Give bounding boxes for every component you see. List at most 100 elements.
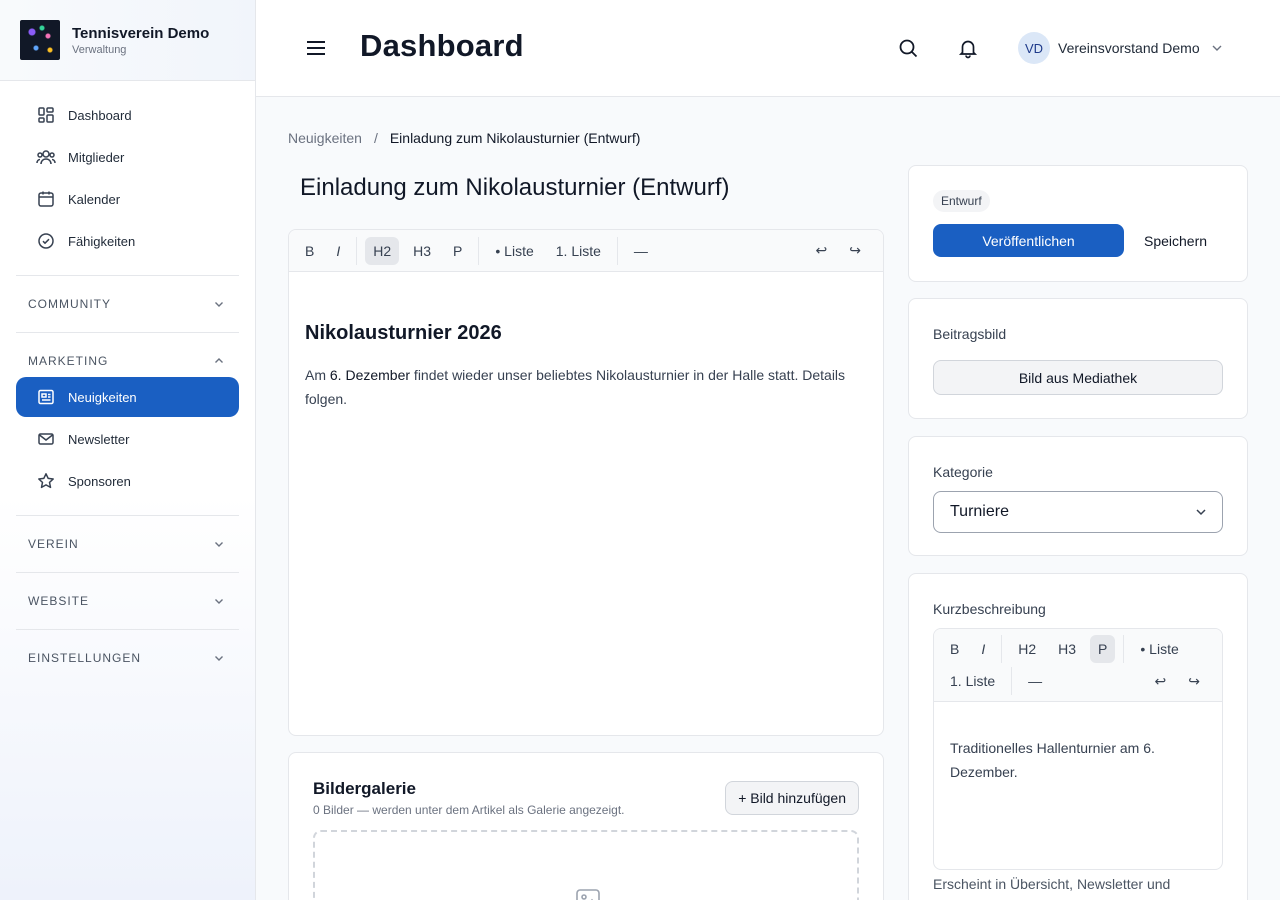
- sidebar-divider: [16, 572, 239, 573]
- sidebar-item-label: Mitglieder: [68, 149, 125, 165]
- sidebar-divider: [16, 515, 239, 516]
- sidebar-section-community[interactable]: COMMUNITY: [16, 290, 239, 318]
- chevron-up-icon: [213, 355, 225, 367]
- summary-card: Kurzbeschreibung B I H2 H3 P • Liste 1. …: [908, 573, 1248, 900]
- brand[interactable]: Tennisverein Demo Verwaltung: [0, 0, 255, 81]
- bell-icon[interactable]: [956, 36, 980, 60]
- category-select[interactable]: Turniere: [933, 491, 1223, 533]
- section-label: EINSTELLUNGEN: [28, 651, 142, 665]
- redo-button[interactable]: ↪: [1180, 667, 1208, 695]
- undo-button[interactable]: ↩: [1147, 667, 1175, 695]
- heading2-button[interactable]: H2: [365, 236, 400, 265]
- sidebar-section-verein[interactable]: VEREIN: [16, 530, 239, 558]
- summary-toolbar: B I H2 H3 P • Liste 1. Liste — ↩ ↪: [934, 629, 1222, 702]
- horizontal-rule-button[interactable]: —: [1020, 667, 1050, 695]
- paragraph-button[interactable]: P: [1090, 635, 1116, 663]
- redo-button[interactable]: ↪: [841, 237, 869, 265]
- gallery-subtitle: 0 Bilder — werden unter dem Artikel als …: [313, 803, 625, 817]
- publish-button[interactable]: Veröffentlichen: [933, 224, 1124, 257]
- sidebar-item-mitglieder[interactable]: Mitglieder: [16, 137, 239, 177]
- summary-content[interactable]: Traditionelles Hallenturnier am 6. Dezem…: [934, 702, 1222, 784]
- sidebar-item-neuigkeiten[interactable]: Neuigkeiten: [16, 377, 239, 417]
- horizontal-rule-button[interactable]: —: [626, 237, 656, 265]
- sidebar-item-dashboard[interactable]: Dashboard: [16, 95, 239, 135]
- content-paragraph: Am 6. Dezember findet wieder unser belie…: [305, 363, 867, 411]
- sidebar-item-label: Fähigkeiten: [68, 233, 136, 249]
- sidebar-section-marketing[interactable]: MARKETING: [16, 347, 239, 375]
- toolbar-divider: [478, 236, 480, 265]
- star-icon: [36, 471, 56, 491]
- editor-content[interactable]: Nikolausturnier 2026 Am 6. Dezember find…: [289, 272, 883, 411]
- category-label: Kategorie: [933, 464, 993, 480]
- toolbar-divider: [616, 236, 618, 265]
- sidebar-item-label: Dashboard: [68, 107, 132, 123]
- user-name: Vereinsvorstand Demo: [1058, 40, 1200, 56]
- chevron-down-icon: [1194, 505, 1208, 519]
- menu-icon[interactable]: [304, 36, 328, 60]
- editor-toolbar: B I H2 H3 P • Liste 1. Liste — ↩ ↪: [289, 230, 883, 272]
- paragraph-bold-text: 6. Dezember: [329, 367, 411, 383]
- content-heading: Nikolausturnier 2026: [305, 322, 502, 344]
- sidebar-item-faehigkeiten[interactable]: Fähigkeiten: [16, 221, 239, 261]
- category-selected-value: Turniere: [950, 503, 1009, 520]
- italic-button[interactable]: I: [328, 237, 348, 265]
- members-icon: [36, 147, 56, 167]
- heading3-button[interactable]: H3: [405, 237, 439, 265]
- publish-card: Entwurf Veröffentlichen Speichern: [908, 165, 1248, 282]
- content-editor: B I H2 H3 P • Liste 1. Liste — ↩ ↪ Nikol…: [288, 229, 884, 736]
- bullet-list-button[interactable]: • Liste: [1132, 635, 1186, 663]
- mail-icon: [36, 429, 56, 449]
- chevron-down-icon: [213, 595, 225, 607]
- add-image-button[interactable]: + Bild hinzufügen: [725, 781, 859, 815]
- sidebar-item-newsletter[interactable]: Newsletter: [16, 419, 239, 459]
- gallery-title: Bildergalerie: [313, 779, 416, 798]
- sidebar-divider: [16, 332, 239, 333]
- sidebar-section-website[interactable]: WEBSITE: [16, 587, 239, 615]
- gallery-dropzone[interactable]: [313, 830, 859, 900]
- sidebar: Tennisverein Demo Verwaltung Dashboard M…: [0, 0, 256, 900]
- page-title: Dashboard: [360, 28, 524, 63]
- chevron-down-icon: [213, 652, 225, 664]
- brand-name: Tennisverein Demo: [72, 24, 210, 42]
- breadcrumb-separator: /: [373, 130, 378, 146]
- status-badge: Entwurf: [933, 190, 990, 212]
- media-library-button[interactable]: Bild aus Mediathek: [933, 360, 1223, 395]
- sidebar-item-label: Neuigkeiten: [68, 389, 137, 405]
- brand-subtitle: Verwaltung: [72, 43, 127, 56]
- featured-image-card: Beitragsbild Bild aus Mediathek: [908, 298, 1248, 419]
- breadcrumb-current: Einladung zum Nikolausturnier (Entwurf): [389, 130, 641, 146]
- sidebar-item-sponsoren[interactable]: Sponsoren: [16, 461, 239, 501]
- paragraph-button[interactable]: P: [445, 237, 470, 265]
- sidebar-item-kalender[interactable]: Kalender: [16, 179, 239, 219]
- featured-image-label: Beitragsbild: [933, 326, 1007, 342]
- summary-label: Kurzbeschreibung: [933, 601, 1046, 617]
- calendar-icon: [36, 189, 56, 209]
- top-header: Dashboard VD Vereinsvorstand Demo: [256, 0, 1280, 97]
- heading2-button[interactable]: H2: [1010, 635, 1044, 663]
- ordered-list-button[interactable]: 1. Liste: [942, 667, 1003, 695]
- paragraph-text: Am: [305, 367, 330, 383]
- chevron-down-icon: [213, 538, 225, 550]
- search-icon[interactable]: [896, 36, 920, 60]
- ordered-list-button[interactable]: 1. Liste: [548, 237, 609, 265]
- check-circle-icon: [36, 231, 56, 251]
- bullet-list-button[interactable]: • Liste: [487, 237, 541, 265]
- sidebar-divider: [16, 629, 239, 630]
- bold-button[interactable]: B: [942, 635, 967, 663]
- italic-button[interactable]: I: [973, 635, 993, 663]
- sidebar-section-einstellungen[interactable]: EINSTELLUNGEN: [16, 644, 239, 672]
- section-label: COMMUNITY: [28, 297, 111, 311]
- bold-button[interactable]: B: [297, 237, 322, 265]
- club-logo: [20, 20, 60, 60]
- user-menu[interactable]: VD Vereinsvorstand Demo: [1018, 32, 1224, 64]
- chevron-down-icon: [213, 298, 225, 310]
- toolbar-divider: [356, 236, 358, 265]
- heading3-button[interactable]: H3: [1050, 635, 1084, 663]
- sidebar-item-label: Newsletter: [68, 431, 130, 447]
- section-label: MARKETING: [28, 354, 109, 368]
- undo-button[interactable]: ↩: [808, 237, 836, 265]
- save-button[interactable]: Speichern: [1144, 224, 1207, 257]
- avatar: VD: [1018, 32, 1050, 64]
- breadcrumb-link-neuigkeiten[interactable]: Neuigkeiten: [288, 130, 362, 146]
- article-title[interactable]: Einladung zum Nikolausturnier (Entwurf): [300, 174, 730, 202]
